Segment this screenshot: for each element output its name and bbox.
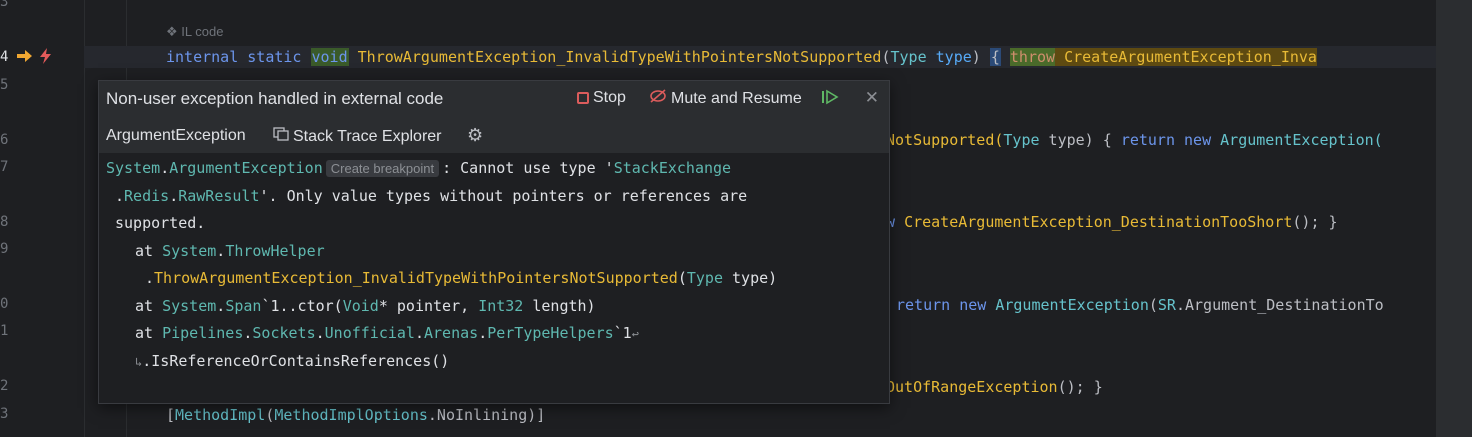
stack-frame-link[interactable]: ThrowArgumentException_InvalidTypeWithPo… <box>154 269 678 287</box>
gear-icon[interactable]: ⚙ <box>467 125 483 146</box>
code-line-4: internal static void ThrowArgumentExcept… <box>166 48 1317 66</box>
stop-button[interactable]: Stop <box>577 89 626 107</box>
stop-icon <box>577 92 589 104</box>
popup-header: Non-user exception handled in external c… <box>99 81 889 115</box>
close-icon[interactable]: ✕ <box>865 88 879 108</box>
code-line-6: NotSupported(Type type) { return new Arg… <box>886 131 1383 149</box>
resume-program-button[interactable] <box>821 89 841 110</box>
mute-and-resume-button[interactable]: Mute and Resume <box>649 89 802 108</box>
popup-subheader: ArgumentException Stack Trace Explorer ⚙ <box>99 117 889 151</box>
message-line: .Redis.RawResult'. Only value types with… <box>115 187 748 205</box>
resume-icon <box>821 89 841 110</box>
code-line-13: [MethodImpl(MethodImplOptions.NoInlining… <box>166 406 546 424</box>
stack-frame-link[interactable]: System <box>162 297 216 315</box>
exception-popup: Non-user exception handled in external c… <box>98 80 890 404</box>
soft-wrap-icon: ↩ <box>631 327 639 341</box>
mute-breakpoints-icon <box>649 89 667 108</box>
stack-frame-link[interactable]: System <box>162 242 216 260</box>
create-breakpoint-chip[interactable]: Create breakpoint <box>325 160 440 177</box>
code-line-12: OutOfRangeException(); } <box>886 378 1103 396</box>
exception-message[interactable]: System.ArgumentException Create breakpoin… <box>99 153 889 403</box>
message-line: System.ArgumentException Create breakpoin… <box>106 159 732 177</box>
stack-frame: ↳.IsReferenceOrContainsReferences() <box>135 352 450 370</box>
editor-scrollbar[interactable] <box>1436 0 1472 437</box>
stack-frame: at Pipelines.Sockets.Unofficial.Arenas.P… <box>135 324 639 342</box>
stack-frame: at System.ThrowHelper <box>135 242 325 260</box>
stack-trace-explorer-button[interactable]: Stack Trace Explorer <box>273 127 442 146</box>
stack-frame: at System.Span`1..ctor(Void* pointer, In… <box>135 297 596 315</box>
code-line-8: w CreateArgumentException_DestinationToo… <box>886 213 1338 231</box>
exception-type-label: ArgumentException <box>106 127 246 144</box>
code-line-10: return new ArgumentException(SR.Argument… <box>896 296 1384 314</box>
popup-title: Non-user exception handled in external c… <box>106 89 444 108</box>
message-line: supported. <box>115 214 206 232</box>
stack-frame-link[interactable]: Pipelines <box>162 324 243 342</box>
stack-frame: .ThrowArgumentException_InvalidTypeWithP… <box>145 269 778 287</box>
stack-trace-icon <box>273 127 289 146</box>
